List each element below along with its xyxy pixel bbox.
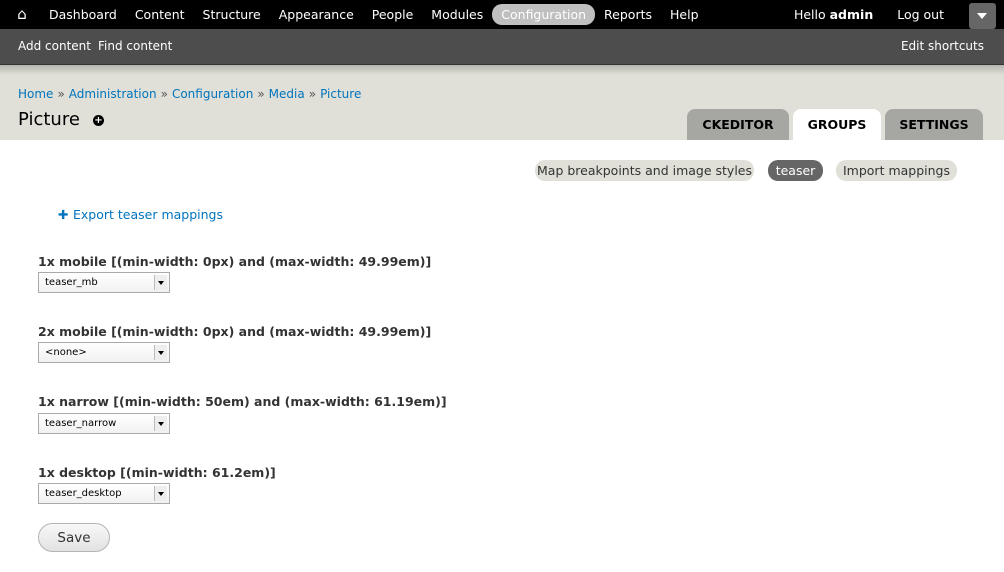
export-mappings-link[interactable]: ✚ Export teaser mappings bbox=[58, 207, 223, 222]
dropdown-arrow-icon bbox=[154, 275, 167, 290]
breadcrumb-separator: » bbox=[57, 87, 65, 101]
dropdown-arrow-icon bbox=[154, 345, 167, 360]
greeting-prefix: Hello bbox=[793, 7, 830, 22]
home-icon[interactable]: ⌂ bbox=[12, 6, 32, 23]
select-value: teaser_mb bbox=[45, 277, 98, 288]
toolbar-item-help[interactable]: Help bbox=[661, 4, 708, 25]
page-title: Picture bbox=[18, 109, 80, 130]
select-1x-desktop[interactable]: teaser_desktop bbox=[38, 483, 170, 504]
plus-icon: ✚ bbox=[58, 207, 69, 222]
field-label-1x-desktop: 1x desktop [(min-width: 61.2em)] bbox=[38, 465, 276, 480]
edit-shortcuts-link[interactable]: Edit shortcuts bbox=[901, 39, 984, 53]
dropdown-arrow-icon bbox=[154, 486, 167, 501]
dropdown-arrow-icon bbox=[154, 416, 167, 431]
export-mappings-label: Export teaser mappings bbox=[73, 207, 224, 222]
toolbar-menu: Dashboard Content Structure Appearance P… bbox=[40, 0, 708, 29]
subtab-teaser[interactable]: teaser bbox=[768, 160, 823, 181]
logout-link[interactable]: Log out bbox=[897, 7, 944, 22]
breadcrumb-separator: » bbox=[308, 87, 317, 101]
tab-groups[interactable]: GROUPS bbox=[793, 109, 881, 140]
shortcut-add-content[interactable]: Add content bbox=[18, 39, 91, 53]
toolbar-item-structure[interactable]: Structure bbox=[194, 4, 270, 25]
field-label-1x-narrow: 1x narrow [(min-width: 50em) and (max-wi… bbox=[38, 394, 447, 409]
breadcrumb-home[interactable]: Home bbox=[18, 87, 53, 101]
toolbar-item-dashboard[interactable]: Dashboard bbox=[40, 4, 126, 25]
select-value: teaser_narrow bbox=[45, 418, 117, 429]
select-2x-mobile[interactable]: <none> bbox=[38, 342, 170, 363]
shortcut-find-content[interactable]: Find content bbox=[98, 39, 172, 53]
breadcrumb-separator: » bbox=[160, 87, 168, 101]
subtab-map-breakpoints[interactable]: Map breakpoints and image styles bbox=[535, 160, 754, 181]
save-button[interactable]: Save bbox=[38, 523, 110, 552]
breadcrumb-picture[interactable]: Picture bbox=[320, 87, 361, 101]
breadcrumb-configuration[interactable]: Configuration bbox=[172, 87, 253, 101]
breadcrumb: Home» Administration» Configuration» Media»… bbox=[18, 87, 361, 101]
toolbar-item-content[interactable]: Content bbox=[126, 4, 194, 25]
user-greeting: Hello admin bbox=[794, 7, 873, 22]
tab-ckeditor[interactable]: CKEDITOR bbox=[687, 109, 789, 140]
toolbar-item-configuration[interactable]: Configuration bbox=[492, 4, 596, 25]
select-value: <none> bbox=[45, 347, 87, 358]
shortcuts-bar: Add content Find content Edit shortcuts bbox=[0, 29, 1004, 65]
subtab-import-mappings[interactable]: Import mappings bbox=[836, 160, 957, 181]
tab-settings[interactable]: SETTINGS bbox=[885, 109, 983, 140]
toolbar-user: Hello admin Log out bbox=[794, 0, 1004, 29]
field-label-1x-mobile: 1x mobile [(min-width: 0px) and (max-wid… bbox=[38, 254, 432, 269]
toolbar-item-reports[interactable]: Reports bbox=[595, 4, 661, 25]
breadcrumb-media[interactable]: Media bbox=[269, 87, 305, 101]
add-shortcut-icon[interactable]: + bbox=[93, 115, 104, 126]
page-header: Home» Administration» Configuration» Media»… bbox=[0, 65, 1004, 140]
toolbar-item-modules[interactable]: Modules bbox=[422, 4, 492, 25]
toolbar-item-appearance[interactable]: Appearance bbox=[270, 4, 363, 25]
select-1x-mobile[interactable]: teaser_mb bbox=[38, 272, 170, 293]
breadcrumb-separator: » bbox=[257, 87, 265, 101]
field-label-2x-mobile: 2x mobile [(min-width: 0px) and (max-wid… bbox=[38, 324, 432, 339]
select-1x-narrow[interactable]: teaser_narrow bbox=[38, 413, 170, 434]
toolbar-item-people[interactable]: People bbox=[363, 4, 423, 25]
username-link[interactable]: admin bbox=[830, 7, 874, 22]
breadcrumb-administration[interactable]: Administration bbox=[69, 87, 157, 101]
admin-toolbar: ⌂ Dashboard Content Structure Appearance… bbox=[0, 0, 1004, 29]
shortcuts-toggle-button[interactable] bbox=[969, 3, 996, 29]
chevron-down-icon bbox=[977, 13, 987, 19]
select-value: teaser_desktop bbox=[45, 488, 122, 499]
